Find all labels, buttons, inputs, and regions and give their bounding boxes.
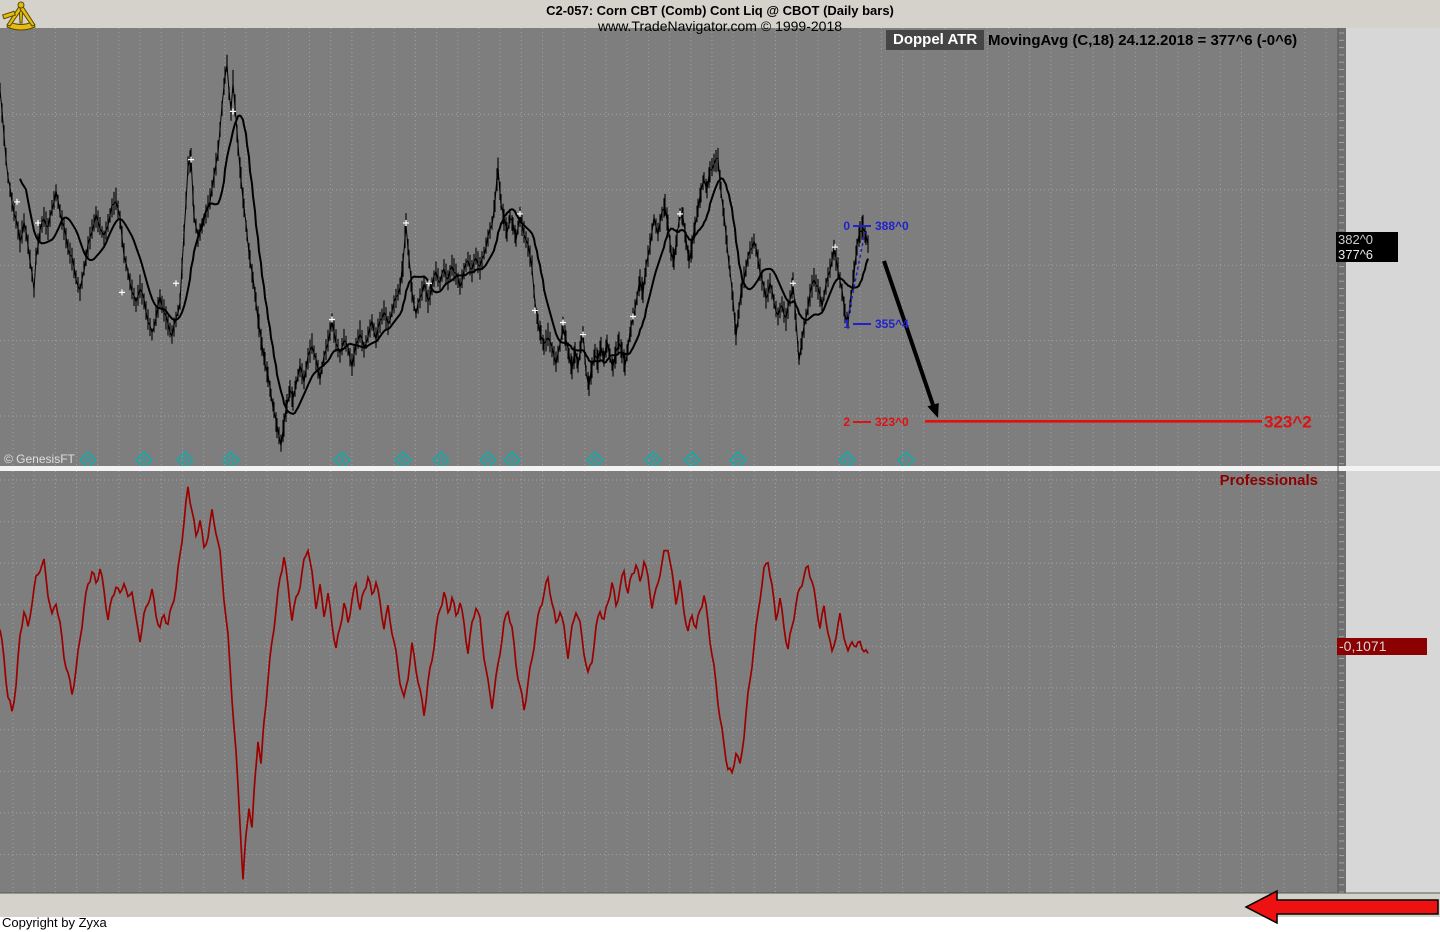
indicator-value-badge: -0,1071 <box>1337 638 1427 655</box>
wave-point-value: 388^0 <box>875 219 909 233</box>
axis-column-bg <box>1338 28 1440 893</box>
svg-text:R: R <box>85 456 92 466</box>
svg-text:R: R <box>141 456 148 466</box>
trade-navigator-window: 0 388^0 1 355^4 2 323^0 323^2 R R R R R R R R R R R R R R? C… <box>0 0 1440 932</box>
wave-point-index: 1 <box>843 317 850 331</box>
title-bar: C2-057: Corn CBT (Comb) Cont Liq @ CBOT … <box>0 0 1440 34</box>
svg-text:R: R <box>339 456 346 466</box>
wave-point-index: 2 <box>843 415 850 429</box>
sextant-logo-icon <box>2 1 36 31</box>
lower-indicator-title[interactable]: Professionals <box>1220 472 1318 489</box>
svg-text:R: R <box>844 456 851 466</box>
lower-plot-bg[interactable] <box>0 471 1338 893</box>
main-plot-bg[interactable] <box>0 28 1338 466</box>
svg-text:R: R <box>485 456 492 466</box>
svg-text:R: R <box>735 456 742 466</box>
indicator-button-doppel-atr[interactable]: Doppel ATR <box>886 30 985 50</box>
current-price-badge: 382^0 <box>1336 232 1398 247</box>
svg-text:R: R <box>400 456 407 466</box>
svg-text:R: R <box>509 456 516 466</box>
panel-separator <box>0 466 1440 471</box>
x-axis-strip-bg <box>0 893 1440 917</box>
svg-text:R: R <box>689 456 696 466</box>
footer-strip-bg <box>0 917 1440 932</box>
svg-text:R: R <box>438 456 445 466</box>
wave-point-index: 0 <box>843 219 850 233</box>
movingavg-status-label[interactable]: MovingAvg (C,18) 24.12.2018 = 377^6 (-0^… <box>988 32 1297 49</box>
chart-canvas[interactable]: 0 388^0 1 355^4 2 323^0 323^2 R R R R R R R R R R R R R R? <box>0 0 1440 932</box>
ma-value-badge: 377^6 <box>1336 247 1398 262</box>
svg-text:R: R <box>650 456 657 466</box>
wave-point-value: 323^0 <box>875 415 909 429</box>
wave-point-value: 355^4 <box>875 317 909 331</box>
svg-text:R: R <box>228 456 235 466</box>
target-price-label: 323^2 <box>1264 412 1312 431</box>
svg-text:R: R <box>592 456 599 466</box>
genesisft-watermark: © GenesisFT <box>4 452 75 466</box>
svg-text:?: ? <box>903 456 908 466</box>
symbol-title: C2-057: Corn CBT (Comb) Cont Liq @ CBOT … <box>546 3 894 18</box>
footer-copyright: Copyright by Zyxa <box>2 915 107 930</box>
svg-text:R: R <box>182 456 189 466</box>
